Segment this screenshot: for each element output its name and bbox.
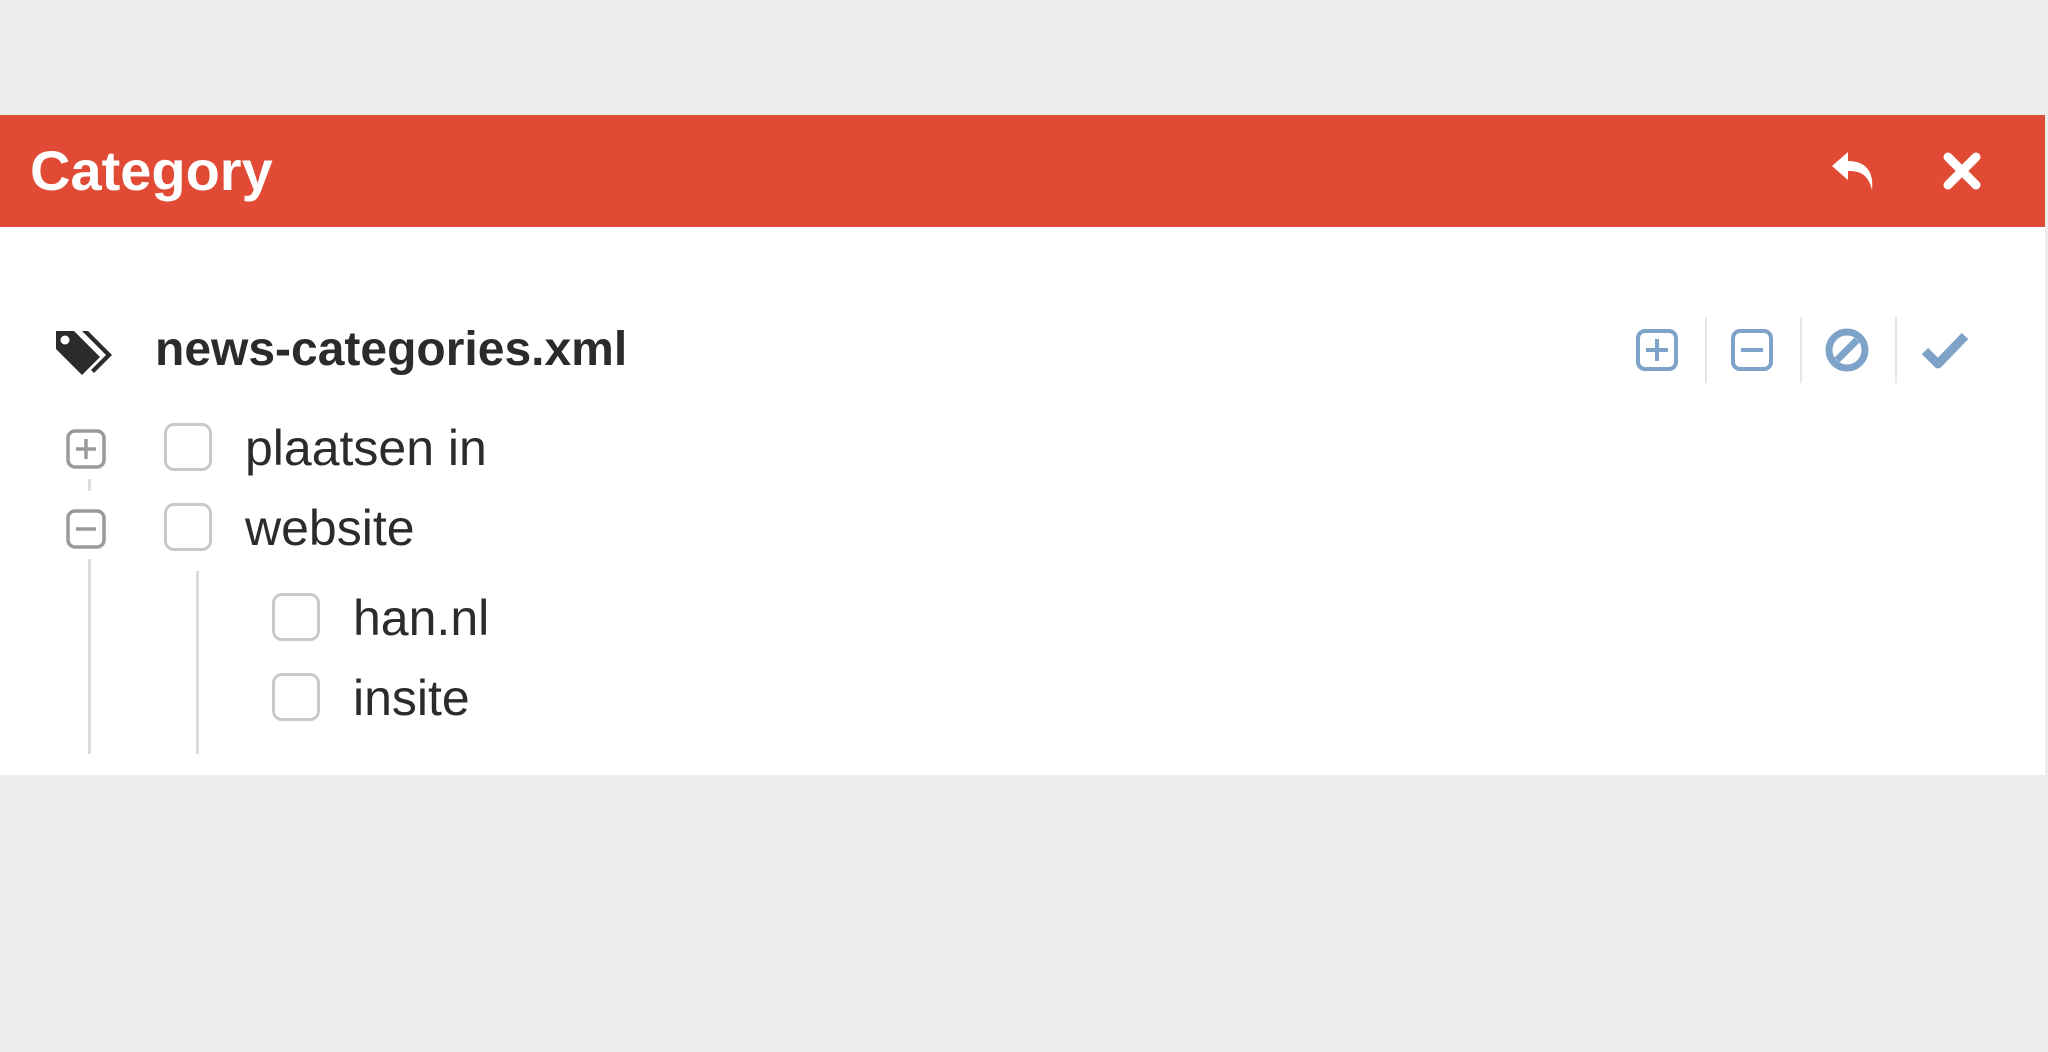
checkbox-insite[interactable] [272, 673, 320, 721]
file-name: news-categories.xml [155, 323, 628, 376]
minus-square-icon [1731, 329, 1773, 371]
toolbar-divider [1705, 317, 1707, 383]
expand-all-button[interactable] [1630, 323, 1684, 377]
check-icon [1921, 332, 1969, 369]
toolbar-divider [1800, 317, 1802, 383]
dialog-title: Category [30, 139, 273, 202]
category-dialog: Category news-categories.xml plaatsen in… [0, 115, 2045, 775]
minus-square-icon [66, 509, 106, 549]
tree-connector [196, 571, 199, 754]
apply-button[interactable] [1918, 323, 1972, 377]
collapse-toggle[interactable] [65, 508, 107, 550]
checkbox-plaatsen-in[interactable] [164, 423, 212, 471]
tree-node-label[interactable]: han.nl [353, 588, 489, 648]
checkbox-han-nl[interactable] [272, 593, 320, 641]
file-row: news-categories.xml [0, 315, 2045, 385]
tags-icon [56, 331, 112, 375]
tree-connector [88, 479, 91, 491]
checkbox-website[interactable] [164, 503, 212, 551]
back-button[interactable] [1822, 139, 1886, 203]
clear-selection-button[interactable] [1820, 323, 1874, 377]
collapse-all-button[interactable] [1725, 323, 1779, 377]
tree-node-label[interactable]: insite [353, 668, 470, 728]
close-icon [1943, 152, 1981, 190]
ban-icon [1825, 328, 1869, 372]
tree-connector [88, 559, 91, 754]
tree-node-label[interactable]: plaatsen in [245, 418, 487, 478]
plus-square-icon [1636, 329, 1678, 371]
expand-toggle[interactable] [65, 428, 107, 470]
plus-square-icon [66, 429, 106, 469]
dialog-header: Category [0, 115, 2045, 227]
close-button[interactable] [1930, 139, 1994, 203]
toolbar-divider [1895, 317, 1897, 383]
reply-icon [1832, 152, 1873, 190]
tree-node-label[interactable]: website [245, 498, 415, 558]
